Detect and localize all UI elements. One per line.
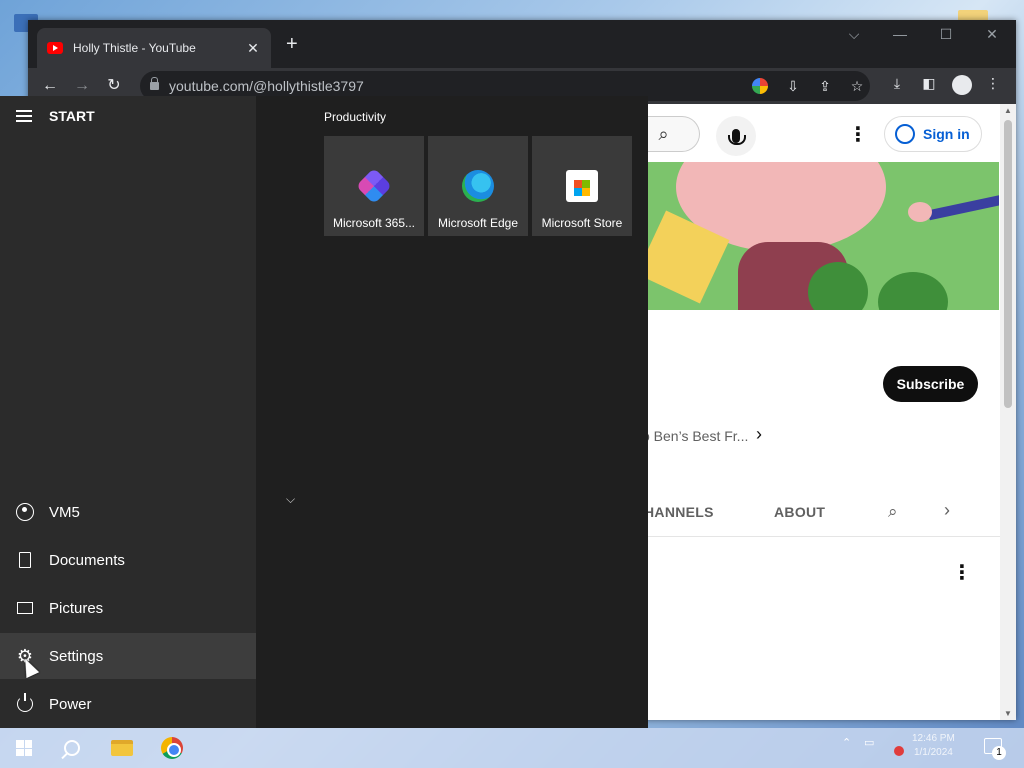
sign-in-label: Sign in	[923, 126, 970, 142]
rail-item-pictures[interactable]: Pictures	[0, 585, 256, 631]
star-icon[interactable]: ☆	[848, 78, 866, 95]
install-icon[interactable]: ⇩	[784, 78, 802, 95]
download-icon[interactable]: ⤓	[888, 75, 906, 92]
notification-count: 1	[992, 746, 1006, 760]
share-icon[interactable]: ⇪	[816, 78, 834, 95]
close-window-button[interactable]: ✕	[982, 26, 1002, 43]
maximize-button[interactable]: ☐	[936, 26, 956, 43]
menu-icon[interactable]: ⋮	[984, 75, 1002, 92]
more-options-icon[interactable]: ⋮	[952, 560, 972, 585]
mic-icon[interactable]	[716, 116, 756, 156]
channel-search-icon[interactable]: ⌕	[888, 502, 898, 522]
hamburger-menu-icon[interactable]	[16, 110, 32, 122]
tab-channels[interactable]: HANNELS	[644, 504, 714, 520]
picture-icon	[17, 602, 33, 614]
reload-icon[interactable]: ↻	[104, 76, 124, 96]
rail-item-label: Pictures	[49, 599, 104, 617]
tile-microsoft-store[interactable]: Microsoft Store	[532, 136, 632, 236]
clock-time: 12:46 PM	[912, 733, 955, 744]
tab-strip: Holly Thistle - YouTube ✕ + ⌵ — ☐ ✕	[28, 20, 1016, 68]
browser-tab[interactable]: Holly Thistle - YouTube ✕	[37, 28, 271, 68]
document-icon	[19, 552, 31, 568]
show-hidden-icons-icon[interactable]: ⌃	[842, 736, 851, 749]
chrome-button[interactable]	[148, 728, 196, 768]
scroll-up-icon[interactable]: ▲	[1004, 106, 1012, 115]
channel-banner	[628, 162, 999, 310]
rail-item-account[interactable]: VM5	[0, 489, 256, 535]
clock-date: 1/1/2024	[913, 747, 953, 758]
power-icon	[17, 693, 33, 712]
settings-menu-icon[interactable]: ⋮	[848, 122, 868, 147]
edge-icon	[462, 170, 494, 202]
tab-about[interactable]: ABOUT	[774, 504, 825, 520]
tile-microsoft-365[interactable]: Microsoft 365...	[324, 136, 424, 236]
tile-label: Microsoft 365...	[332, 216, 416, 230]
tabs-next-icon[interactable]: ›	[944, 500, 950, 521]
scrollbar-thumb[interactable]	[1004, 120, 1012, 408]
chrome-icon	[161, 737, 183, 759]
rail-item-label: Documents	[49, 551, 125, 569]
error-badge-icon	[894, 746, 904, 756]
account-icon	[895, 124, 915, 144]
search-button[interactable]	[48, 728, 96, 768]
tile-label: Microsoft Edge	[437, 216, 519, 230]
chevron-right-icon[interactable]: ›	[756, 424, 762, 445]
file-explorer-button[interactable]	[98, 728, 146, 768]
rail-item-label: Power	[49, 695, 92, 713]
user-icon	[16, 503, 34, 521]
forward-icon[interactable]: →	[72, 76, 92, 96]
rail-item-label: Settings	[49, 647, 104, 665]
tile-group-title[interactable]: Productivity	[324, 110, 386, 124]
back-icon[interactable]: ←	[40, 76, 60, 96]
youtube-favicon-icon	[47, 42, 63, 54]
subscribe-button[interactable]: Subscribe	[883, 366, 978, 402]
start-menu: START VM5 Documents Pictures ⚙ Settings …	[0, 96, 648, 728]
lock-icon[interactable]	[150, 77, 159, 90]
rail-item-documents[interactable]: Documents	[0, 537, 256, 583]
store-icon	[566, 170, 598, 202]
profile-icon[interactable]	[952, 75, 972, 95]
folder-icon	[111, 740, 133, 756]
new-tab-button[interactable]: +	[286, 32, 298, 56]
minimize-button[interactable]: —	[890, 26, 910, 42]
google-icon[interactable]	[752, 78, 768, 94]
start-title: START	[49, 108, 95, 124]
rail-item-label: VM5	[49, 503, 80, 521]
tab-search-icon[interactable]: ⌵	[844, 26, 864, 43]
microsoft-365-icon	[355, 167, 393, 205]
clock[interactable]: 12:46 PM 1/1/2024	[912, 732, 955, 760]
tile-label: Microsoft Store	[541, 216, 623, 230]
start-rail: START VM5 Documents Pictures ⚙ Settings …	[0, 96, 256, 728]
chevron-down-icon[interactable]: ⌵	[286, 492, 295, 507]
taskbar: ⌃ ▭ 12:46 PM 1/1/2024 1	[0, 728, 1024, 768]
tabs-divider	[628, 536, 1000, 537]
close-tab-icon[interactable]: ✕	[245, 40, 261, 57]
tab-title: Holly Thistle - YouTube	[73, 41, 196, 55]
scroll-down-icon[interactable]: ▼	[1004, 709, 1012, 718]
url-text[interactable]: youtube.com/@hollythistle3797	[169, 78, 364, 94]
sign-in-button[interactable]: Sign in	[884, 116, 982, 152]
start-button[interactable]	[0, 728, 48, 768]
featured-link[interactable]: o Ben’s Best Fr...	[642, 428, 748, 444]
tile-microsoft-edge[interactable]: Microsoft Edge	[428, 136, 528, 236]
side-panel-icon[interactable]: ◧	[920, 75, 938, 92]
rail-item-power[interactable]: Power	[0, 681, 256, 727]
page-scrollbar[interactable]: ▲ ▼	[1000, 104, 1016, 720]
start-header[interactable]: START	[16, 108, 95, 124]
search-icon	[64, 740, 80, 756]
network-icon[interactable]: ▭	[864, 736, 874, 749]
windows-logo-icon	[16, 740, 32, 756]
